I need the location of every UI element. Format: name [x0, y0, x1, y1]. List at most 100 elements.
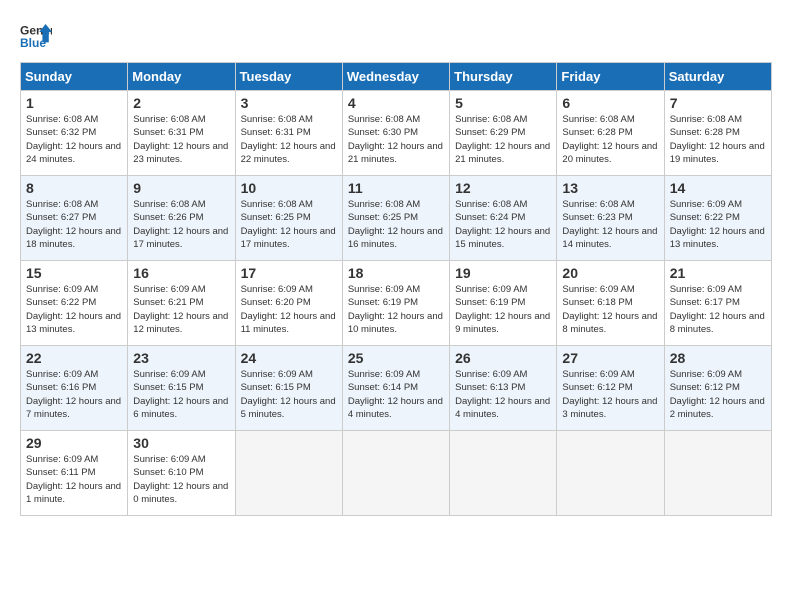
calendar-day-cell: 30 Sunrise: 6:09 AM Sunset: 6:10 PM Dayl…	[128, 431, 235, 516]
calendar-day-cell: 10 Sunrise: 6:08 AM Sunset: 6:25 PM Dayl…	[235, 176, 342, 261]
calendar-day-cell	[235, 431, 342, 516]
day-info: Sunrise: 6:08 AM Sunset: 6:25 PM Dayligh…	[348, 198, 444, 251]
calendar-day-cell	[557, 431, 664, 516]
day-number: 18	[348, 265, 444, 281]
calendar-day-cell: 5 Sunrise: 6:08 AM Sunset: 6:29 PM Dayli…	[450, 91, 557, 176]
day-number: 11	[348, 180, 444, 196]
calendar-day-cell: 23 Sunrise: 6:09 AM Sunset: 6:15 PM Dayl…	[128, 346, 235, 431]
day-info: Sunrise: 6:08 AM Sunset: 6:26 PM Dayligh…	[133, 198, 229, 251]
day-number: 26	[455, 350, 551, 366]
day-number: 22	[26, 350, 122, 366]
weekday-header-friday: Friday	[557, 63, 664, 91]
calendar-week-row: 1 Sunrise: 6:08 AM Sunset: 6:32 PM Dayli…	[21, 91, 772, 176]
page-container: General Blue SundayMondayTuesdayWednesda…	[20, 20, 772, 516]
calendar-day-cell: 18 Sunrise: 6:09 AM Sunset: 6:19 PM Dayl…	[342, 261, 449, 346]
day-number: 6	[562, 95, 658, 111]
calendar-day-cell: 4 Sunrise: 6:08 AM Sunset: 6:30 PM Dayli…	[342, 91, 449, 176]
calendar-day-cell: 29 Sunrise: 6:09 AM Sunset: 6:11 PM Dayl…	[21, 431, 128, 516]
day-info: Sunrise: 6:09 AM Sunset: 6:15 PM Dayligh…	[133, 368, 229, 421]
day-number: 13	[562, 180, 658, 196]
calendar-week-row: 29 Sunrise: 6:09 AM Sunset: 6:11 PM Dayl…	[21, 431, 772, 516]
day-number: 15	[26, 265, 122, 281]
header: General Blue	[20, 20, 772, 52]
day-info: Sunrise: 6:09 AM Sunset: 6:20 PM Dayligh…	[241, 283, 337, 336]
calendar-week-row: 8 Sunrise: 6:08 AM Sunset: 6:27 PM Dayli…	[21, 176, 772, 261]
day-number: 19	[455, 265, 551, 281]
day-number: 21	[670, 265, 766, 281]
calendar-day-cell: 26 Sunrise: 6:09 AM Sunset: 6:13 PM Dayl…	[450, 346, 557, 431]
day-info: Sunrise: 6:08 AM Sunset: 6:29 PM Dayligh…	[455, 113, 551, 166]
calendar-day-cell: 27 Sunrise: 6:09 AM Sunset: 6:12 PM Dayl…	[557, 346, 664, 431]
calendar-day-cell: 22 Sunrise: 6:09 AM Sunset: 6:16 PM Dayl…	[21, 346, 128, 431]
day-info: Sunrise: 6:08 AM Sunset: 6:28 PM Dayligh…	[562, 113, 658, 166]
day-number: 4	[348, 95, 444, 111]
day-number: 27	[562, 350, 658, 366]
day-info: Sunrise: 6:08 AM Sunset: 6:28 PM Dayligh…	[670, 113, 766, 166]
weekday-header-sunday: Sunday	[21, 63, 128, 91]
calendar-day-cell: 8 Sunrise: 6:08 AM Sunset: 6:27 PM Dayli…	[21, 176, 128, 261]
day-info: Sunrise: 6:08 AM Sunset: 6:31 PM Dayligh…	[241, 113, 337, 166]
calendar-day-cell: 17 Sunrise: 6:09 AM Sunset: 6:20 PM Dayl…	[235, 261, 342, 346]
weekday-header-thursday: Thursday	[450, 63, 557, 91]
calendar-day-cell: 1 Sunrise: 6:08 AM Sunset: 6:32 PM Dayli…	[21, 91, 128, 176]
calendar-day-cell: 9 Sunrise: 6:08 AM Sunset: 6:26 PM Dayli…	[128, 176, 235, 261]
day-number: 3	[241, 95, 337, 111]
day-number: 20	[562, 265, 658, 281]
day-info: Sunrise: 6:09 AM Sunset: 6:18 PM Dayligh…	[562, 283, 658, 336]
day-info: Sunrise: 6:08 AM Sunset: 6:23 PM Dayligh…	[562, 198, 658, 251]
calendar-day-cell	[664, 431, 771, 516]
weekday-header-tuesday: Tuesday	[235, 63, 342, 91]
calendar-day-cell: 13 Sunrise: 6:08 AM Sunset: 6:23 PM Dayl…	[557, 176, 664, 261]
day-info: Sunrise: 6:09 AM Sunset: 6:19 PM Dayligh…	[348, 283, 444, 336]
calendar-day-cell: 15 Sunrise: 6:09 AM Sunset: 6:22 PM Dayl…	[21, 261, 128, 346]
day-info: Sunrise: 6:09 AM Sunset: 6:22 PM Dayligh…	[26, 283, 122, 336]
calendar-day-cell: 7 Sunrise: 6:08 AM Sunset: 6:28 PM Dayli…	[664, 91, 771, 176]
day-info: Sunrise: 6:08 AM Sunset: 6:31 PM Dayligh…	[133, 113, 229, 166]
day-info: Sunrise: 6:08 AM Sunset: 6:30 PM Dayligh…	[348, 113, 444, 166]
day-info: Sunrise: 6:09 AM Sunset: 6:10 PM Dayligh…	[133, 453, 229, 506]
day-info: Sunrise: 6:09 AM Sunset: 6:13 PM Dayligh…	[455, 368, 551, 421]
calendar-day-cell	[450, 431, 557, 516]
calendar-day-cell: 25 Sunrise: 6:09 AM Sunset: 6:14 PM Dayl…	[342, 346, 449, 431]
calendar-table: SundayMondayTuesdayWednesdayThursdayFrid…	[20, 62, 772, 516]
weekday-header-wednesday: Wednesday	[342, 63, 449, 91]
day-number: 16	[133, 265, 229, 281]
calendar-week-row: 22 Sunrise: 6:09 AM Sunset: 6:16 PM Dayl…	[21, 346, 772, 431]
day-number: 5	[455, 95, 551, 111]
day-info: Sunrise: 6:09 AM Sunset: 6:14 PM Dayligh…	[348, 368, 444, 421]
calendar-day-cell: 20 Sunrise: 6:09 AM Sunset: 6:18 PM Dayl…	[557, 261, 664, 346]
day-number: 14	[670, 180, 766, 196]
calendar-day-cell: 28 Sunrise: 6:09 AM Sunset: 6:12 PM Dayl…	[664, 346, 771, 431]
day-number: 23	[133, 350, 229, 366]
day-number: 8	[26, 180, 122, 196]
day-info: Sunrise: 6:09 AM Sunset: 6:12 PM Dayligh…	[562, 368, 658, 421]
day-info: Sunrise: 6:09 AM Sunset: 6:15 PM Dayligh…	[241, 368, 337, 421]
calendar-day-cell: 16 Sunrise: 6:09 AM Sunset: 6:21 PM Dayl…	[128, 261, 235, 346]
day-number: 12	[455, 180, 551, 196]
calendar-day-cell: 3 Sunrise: 6:08 AM Sunset: 6:31 PM Dayli…	[235, 91, 342, 176]
day-number: 1	[26, 95, 122, 111]
weekday-header-saturday: Saturday	[664, 63, 771, 91]
weekday-header-row: SundayMondayTuesdayWednesdayThursdayFrid…	[21, 63, 772, 91]
day-number: 25	[348, 350, 444, 366]
day-number: 30	[133, 435, 229, 451]
calendar-day-cell: 6 Sunrise: 6:08 AM Sunset: 6:28 PM Dayli…	[557, 91, 664, 176]
day-number: 2	[133, 95, 229, 111]
day-info: Sunrise: 6:08 AM Sunset: 6:27 PM Dayligh…	[26, 198, 122, 251]
calendar-day-cell: 24 Sunrise: 6:09 AM Sunset: 6:15 PM Dayl…	[235, 346, 342, 431]
day-info: Sunrise: 6:09 AM Sunset: 6:17 PM Dayligh…	[670, 283, 766, 336]
day-number: 7	[670, 95, 766, 111]
day-info: Sunrise: 6:09 AM Sunset: 6:19 PM Dayligh…	[455, 283, 551, 336]
logo: General Blue	[20, 20, 52, 52]
day-info: Sunrise: 6:08 AM Sunset: 6:25 PM Dayligh…	[241, 198, 337, 251]
day-number: 24	[241, 350, 337, 366]
calendar-day-cell: 21 Sunrise: 6:09 AM Sunset: 6:17 PM Dayl…	[664, 261, 771, 346]
day-info: Sunrise: 6:09 AM Sunset: 6:12 PM Dayligh…	[670, 368, 766, 421]
calendar-day-cell: 2 Sunrise: 6:08 AM Sunset: 6:31 PM Dayli…	[128, 91, 235, 176]
day-info: Sunrise: 6:09 AM Sunset: 6:22 PM Dayligh…	[670, 198, 766, 251]
weekday-header-monday: Monday	[128, 63, 235, 91]
calendar-day-cell: 19 Sunrise: 6:09 AM Sunset: 6:19 PM Dayl…	[450, 261, 557, 346]
day-info: Sunrise: 6:08 AM Sunset: 6:24 PM Dayligh…	[455, 198, 551, 251]
calendar-day-cell: 12 Sunrise: 6:08 AM Sunset: 6:24 PM Dayl…	[450, 176, 557, 261]
day-number: 9	[133, 180, 229, 196]
